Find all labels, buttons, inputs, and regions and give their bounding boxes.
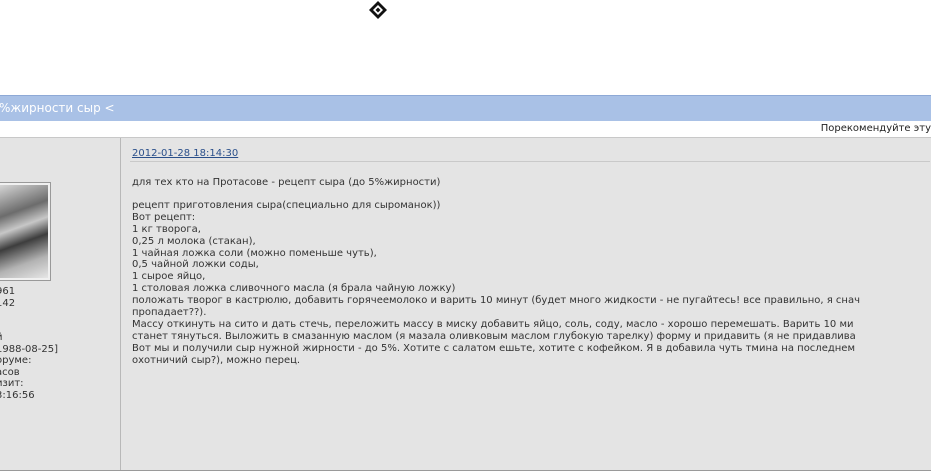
post-intro: для тех кто на Протасове - рецепт сыра (…	[132, 177, 441, 188]
author-info-line: 3:16:56	[0, 389, 35, 401]
avatar[interactable]	[0, 182, 51, 281]
post-line: 0,25 л молока (стакан),	[132, 235, 256, 247]
author-info: 961 142 й 1988-08-25] оруме: асов изит: …	[0, 286, 58, 401]
post-line: 0,5 чайной ложки соды,	[132, 259, 259, 271]
post-line: 1 столовая ложка сливочного масла (я бра…	[132, 283, 456, 295]
divider	[0, 470, 931, 471]
author-info-line: й	[0, 332, 58, 344]
post-line: пропадает??).	[132, 307, 207, 319]
post-line: станет тянуться. Выложить в смазанную ма…	[132, 330, 856, 342]
post-body: для тех кто на Протасове - рецепт сыра (…	[132, 177, 931, 367]
post-panel: 2012-01-28 18:14:30 для тех кто на Прота…	[121, 138, 931, 470]
author-info-line: 961	[0, 286, 16, 297]
post-line: положать творог в кастрюлю, добавить гор…	[132, 295, 860, 307]
post-line: Вот рецепт:	[132, 211, 196, 223]
post-line: Вот мы и получили сыр нужной жирности - …	[132, 342, 855, 354]
post-line: 1 чайная ложка соли (можно поменьше чуть…	[132, 247, 377, 259]
topic-title: %жирности сыр <	[0, 101, 115, 115]
author-info-line: изит:	[0, 378, 24, 389]
post-line: 1 кг творога,	[132, 223, 201, 235]
post-line: Массу откинуть на сито и дать стечь, пер…	[132, 318, 854, 330]
post-line: охотничий сыр?), можно перец.	[132, 354, 301, 366]
topic-title-bar: %жирности сыр <	[0, 95, 931, 121]
recommend-link[interactable]: Порекомендуйте эту	[821, 123, 931, 134]
post-date-link[interactable]: 2012-01-28 18:14:30	[132, 148, 238, 159]
author-info-line	[0, 309, 58, 321]
author-info-line: оруме:	[0, 355, 32, 366]
author-info-line	[0, 321, 58, 333]
divider	[130, 161, 930, 162]
author-info-line: 142	[0, 297, 16, 309]
post-line: 1 сырое яйцо,	[132, 271, 206, 283]
author-info-line: асов	[0, 366, 20, 378]
author-info-line: 1988-08-25]	[0, 343, 59, 355]
avatar-image	[0, 185, 48, 278]
post-line: рецепт приготовления сыра(специально для…	[132, 199, 441, 211]
author-panel: 961 142 й 1988-08-25] оруме: асов изит: …	[0, 138, 121, 470]
recommend-bar: Порекомендуйте эту	[0, 121, 931, 138]
site-logo-icon[interactable]	[367, 0, 389, 22]
